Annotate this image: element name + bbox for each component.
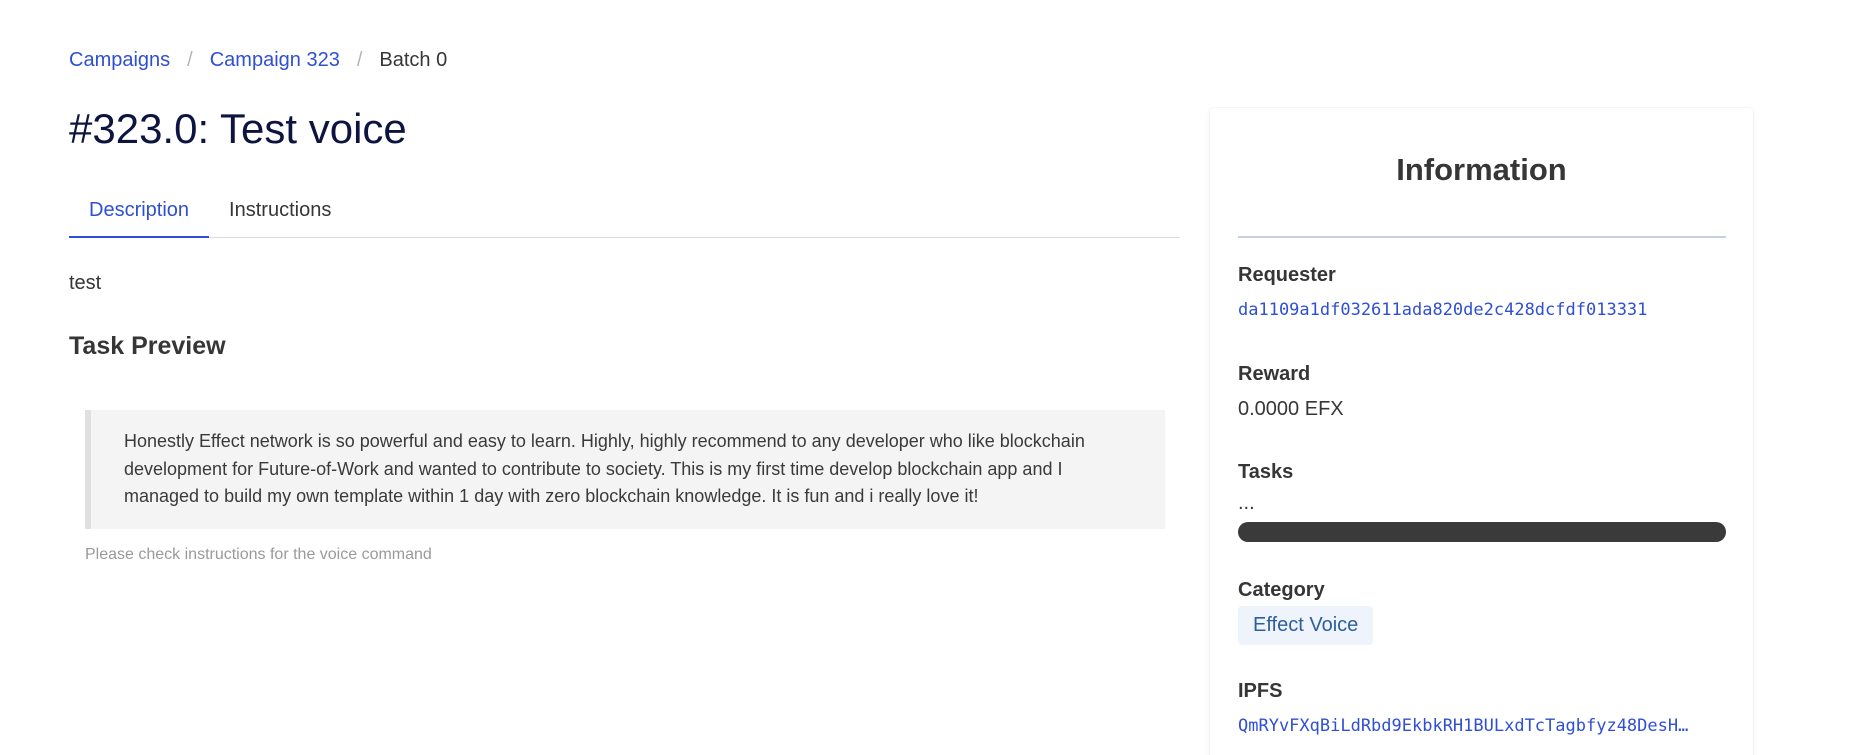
tab-description[interactable]: Description: [69, 190, 210, 238]
tab-instructions[interactable]: Instructions: [209, 190, 351, 238]
requester-link[interactable]: da1109a1df032611ada820de2c428dcfdf013331: [1238, 300, 1726, 320]
page-title: #323.0: Test voice: [69, 105, 407, 152]
task-preview-title: Task Preview: [69, 332, 226, 360]
description-text: test: [69, 272, 102, 294]
reward-label: Reward: [1238, 363, 1311, 385]
tasks-label: Tasks: [1238, 461, 1294, 483]
breadcrumb: Campaigns / Campaign 323 / Batch 0: [69, 47, 447, 73]
information-card: Information Requester da1109a1df032611ad…: [1210, 108, 1753, 755]
tasks-progress-bar: [1238, 522, 1726, 542]
ipfs-label: IPFS: [1238, 680, 1283, 702]
breadcrumb-separator: /: [187, 49, 193, 71]
page: Campaigns / Campaign 323 / Batch 0 #323.…: [0, 0, 1849, 755]
category-tag[interactable]: Effect Voice: [1238, 606, 1374, 645]
ipfs-link[interactable]: QmRYvFXqBiLdRbd9EkbkRH1BULxdTcTagbfyz48D…: [1238, 716, 1726, 736]
reward-value: 0.0000 EFX: [1238, 398, 1344, 420]
task-preview-quote: Honestly Effect network is so powerful a…: [85, 410, 1165, 529]
voice-command-hint: Please check instructions for the voice …: [85, 546, 432, 563]
information-divider: [1238, 236, 1726, 238]
breadcrumb-separator: /: [356, 49, 363, 71]
breadcrumb-campaign-323[interactable]: Campaign 323: [210, 47, 340, 73]
category-label: Category: [1238, 579, 1325, 601]
breadcrumb-campaigns[interactable]: Campaigns: [69, 47, 170, 73]
tasks-value: ...: [1238, 492, 1255, 514]
information-title: Information: [1396, 152, 1567, 187]
tabs: Description Instructions: [69, 190, 1180, 238]
breadcrumb-current: Batch 0: [379, 49, 448, 71]
requester-label: Requester: [1238, 264, 1336, 286]
